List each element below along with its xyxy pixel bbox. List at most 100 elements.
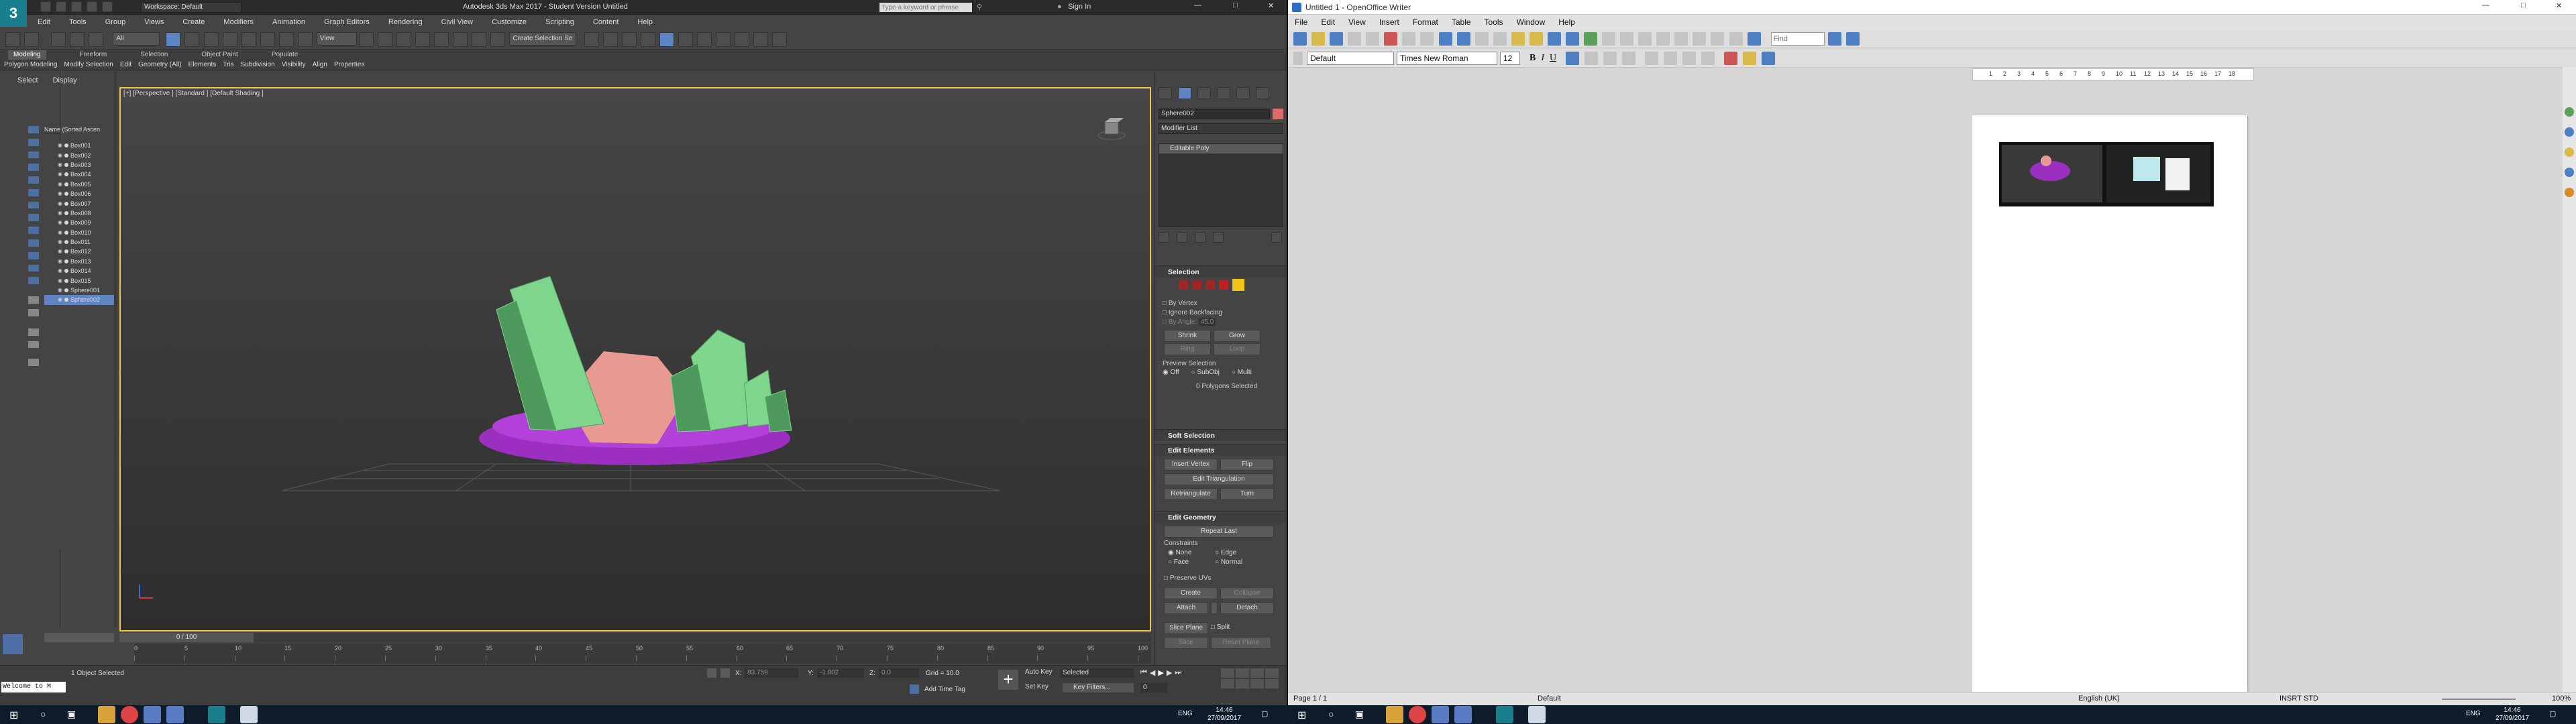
eye-icon[interactable]: ◉ <box>58 160 62 170</box>
preview-off-radio[interactable]: ◉ Off <box>1163 369 1179 376</box>
paragraph-style-dropdown[interactable]: Default <box>1307 51 1394 65</box>
eye-icon[interactable]: ◉ <box>58 295 62 304</box>
detach-button[interactable]: Detach <box>1220 602 1274 614</box>
time-tag-icon[interactable] <box>910 684 919 694</box>
modifier-list-dropdown[interactable]: Modifier List <box>1159 123 1283 134</box>
display-containers-icon[interactable] <box>28 251 39 259</box>
zoom-extents-all-icon[interactable] <box>1265 668 1279 678</box>
oo-menu-item-table[interactable]: Table <box>1445 15 1478 29</box>
hyperlink-icon[interactable] <box>1584 32 1597 46</box>
redo-button[interactable] <box>24 32 40 47</box>
sign-in-link[interactable]: Sign In <box>1068 3 1091 11</box>
ribbon-panel-polygon-modeling[interactable]: Polygon Modeling <box>4 60 58 70</box>
document-page[interactable] <box>1972 115 2247 692</box>
minimize-icon[interactable]: — <box>1194 1 1201 9</box>
3dsmax-taskbar-icon[interactable] <box>208 706 225 723</box>
explorer-row[interactable]: ◉ Box005 <box>44 180 114 189</box>
menu-item-animation[interactable]: Animation <box>263 16 315 28</box>
attach-settings-button[interactable] <box>1211 602 1218 614</box>
workspace-dropdown[interactable]: Workspace: Default <box>141 2 241 13</box>
eye-icon[interactable]: ◉ <box>58 141 62 150</box>
menu-item-modifiers[interactable]: Modifiers <box>214 16 263 28</box>
bind-spacewarp-button[interactable] <box>89 32 104 47</box>
navigator-icon[interactable] <box>1656 32 1670 46</box>
gallery-sidebar-icon[interactable] <box>2565 147 2574 157</box>
ribbon-tab-object-paint[interactable]: Object Paint <box>201 50 237 60</box>
clock-time[interactable]: 14:46 <box>1201 707 1248 714</box>
reset-plane-button[interactable]: Reset Plane <box>1211 637 1271 649</box>
loop-button[interactable]: Loop <box>1214 343 1260 355</box>
explorer-row[interactable]: ◉ Box001 <box>44 141 114 150</box>
eye-icon[interactable]: ◉ <box>58 286 62 295</box>
app-taskbar-icon-3[interactable] <box>1432 706 1449 723</box>
datasources-icon[interactable] <box>1693 32 1707 46</box>
edit-triangulation-button[interactable]: Edit Triangulation <box>1164 473 1274 485</box>
undo-icon[interactable] <box>1547 32 1561 46</box>
edge-icon[interactable] <box>1192 280 1201 290</box>
selection-rollout-header[interactable]: Selection <box>1155 265 1287 278</box>
new-document-icon[interactable] <box>1293 32 1307 46</box>
y-coordinate-field[interactable]: -1.802 <box>817 668 864 678</box>
copy-icon[interactable] <box>1493 32 1507 46</box>
oo-close-icon[interactable]: ✕ <box>2556 1 2562 10</box>
create-tab-icon[interactable] <box>1159 87 1172 99</box>
slice-button[interactable]: Slice <box>1164 637 1208 649</box>
explorer-row[interactable]: ◉ Box004 <box>44 170 114 179</box>
explorer-row[interactable]: ◉ Box003 <box>44 160 114 170</box>
go-to-start-icon[interactable]: ⏮ <box>1140 668 1147 677</box>
layer-explorer-icon[interactable] <box>3 634 23 654</box>
app-taskbar-icon-4[interactable] <box>1454 706 1472 723</box>
menu-item-group[interactable]: Group <box>96 16 136 28</box>
rect-selection-button[interactable] <box>203 32 219 47</box>
constraint-edge-radio[interactable]: ○ Edge <box>1215 548 1262 558</box>
explorer-row[interactable]: ◉ Box006 <box>44 189 114 198</box>
ribbon-panel-subdivision[interactable]: Subdivision <box>241 60 275 70</box>
display-all-icon[interactable] <box>28 126 39 133</box>
ribbon-panel-modify-selection[interactable]: Modify Selection <box>64 60 113 70</box>
flip-button[interactable]: Flip <box>1220 459 1274 471</box>
undo-icon[interactable] <box>87 1 97 12</box>
3dsmax-taskbar-icon-2[interactable] <box>1496 706 1513 723</box>
menu-item-create[interactable]: Create <box>173 16 214 28</box>
menu-item-views[interactable]: Views <box>135 16 173 28</box>
underline-icon[interactable]: U <box>1550 53 1556 64</box>
explorer-row[interactable]: ◉ Box014 <box>44 266 114 276</box>
print-preview-icon[interactable] <box>1420 32 1434 46</box>
oo-menu-item-format[interactable]: Format <box>1406 15 1445 29</box>
font-size-dropdown[interactable]: 12 <box>1500 51 1520 65</box>
display-lights-icon[interactable] <box>28 164 39 172</box>
oo-maximize-icon[interactable]: □ <box>2521 1 2526 9</box>
app-icon[interactable]: 3 <box>0 0 27 27</box>
explorer-row[interactable]: ◉ Box012 <box>44 247 114 256</box>
background-color-icon[interactable] <box>1762 51 1776 65</box>
nonprinting-chars-icon[interactable] <box>1711 32 1725 46</box>
eye-icon[interactable]: ◉ <box>58 218 62 227</box>
eye-icon[interactable]: ◉ <box>58 257 62 266</box>
set-key-button[interactable]: Set Key <box>1025 683 1049 690</box>
start-icon-2[interactable]: ⊞ <box>1297 709 1306 722</box>
absolute-mode-icon[interactable] <box>720 668 730 678</box>
chrome-taskbar-icon-2[interactable] <box>1409 706 1426 723</box>
oo-menu-item-view[interactable]: View <box>1342 15 1373 29</box>
motion-tab-icon[interactable] <box>1217 87 1230 99</box>
explorer-row[interactable]: ◉ Box009 <box>44 218 114 227</box>
render-setup-button[interactable] <box>735 32 749 47</box>
highlighting-icon[interactable] <box>1743 51 1757 65</box>
explorer-tab-display[interactable]: Display <box>53 76 77 88</box>
open-icon[interactable] <box>56 1 66 12</box>
placement-button[interactable] <box>297 32 313 47</box>
app-taskbar-icon-2[interactable] <box>166 706 184 723</box>
eye-icon[interactable]: ◉ <box>58 180 62 189</box>
italic-icon[interactable]: I <box>1541 53 1544 64</box>
edit-file-icon[interactable] <box>1366 32 1380 46</box>
maxscript-listener[interactable]: Welcome to M <box>1 682 66 692</box>
scale-button[interactable] <box>278 32 294 47</box>
notifications-icon-2[interactable]: ▢ <box>2549 709 2556 718</box>
file-explorer-taskbar-icon-2[interactable] <box>1386 706 1403 723</box>
display-hidden-icon[interactable] <box>28 277 39 285</box>
ribbon-panel-properties[interactable]: Properties <box>334 60 365 70</box>
curve-editor-button[interactable] <box>678 32 693 47</box>
save-icon[interactable] <box>71 1 82 12</box>
embedded-screenshot[interactable] <box>1999 142 2214 206</box>
ribbon-tab-selection[interactable]: Selection <box>140 50 168 60</box>
